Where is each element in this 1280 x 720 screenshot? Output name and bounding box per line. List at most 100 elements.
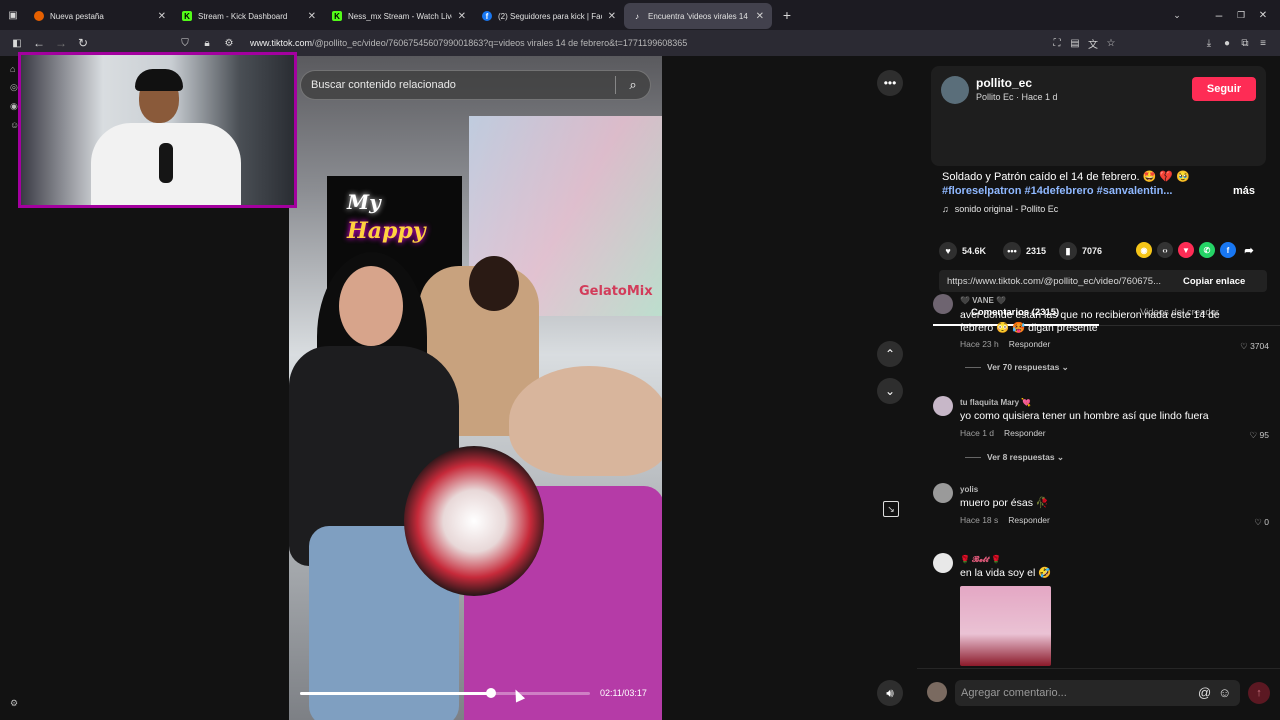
sidebar-icon[interactable]: ◧ — [6, 38, 28, 49]
embed-icon[interactable]: ‹› — [1157, 242, 1173, 258]
send-icon[interactable]: ▼ — [1178, 242, 1194, 258]
cowboy-hat — [509, 366, 662, 476]
commenter-avatar[interactable] — [933, 396, 953, 416]
download-icon[interactable]: ⤓ — [1200, 38, 1218, 49]
view-replies-button[interactable]: Ver 70 respuestas ⌄ — [965, 362, 1069, 373]
related-search[interactable]: Buscar contenido relacionado ⌕ — [300, 70, 651, 100]
firefox-icon — [34, 11, 44, 21]
commenter-avatar[interactable] — [933, 483, 953, 503]
new-tab-icon[interactable]: + — [776, 7, 798, 23]
close-icon[interactable]: ✕ — [608, 11, 616, 22]
tab-tiktok[interactable]: ♪ Encuentra 'videos virales 14 ✕ — [624, 3, 772, 29]
bookmark-star-icon[interactable]: ☆ — [1102, 38, 1120, 49]
emoji-icon[interactable]: ☺ — [1218, 685, 1231, 700]
reader-icon[interactable]: ▤ — [1066, 38, 1084, 49]
search-icon[interactable]: ⌕ — [616, 77, 650, 93]
share-arrow-icon[interactable]: ➦ — [1241, 242, 1257, 258]
reply-button[interactable]: Responder — [1004, 428, 1046, 438]
commenter-name[interactable]: yolis — [960, 485, 978, 494]
extensions-icon[interactable]: ⧉ — [1236, 38, 1254, 49]
tab-title: Ness_mx Stream - Watch Live o — [348, 11, 452, 21]
reload-icon[interactable]: ↻ — [72, 36, 94, 50]
current-user-avatar — [927, 682, 947, 702]
save-stat[interactable]: ▮ 7076 — [1059, 242, 1102, 260]
commenter-name[interactable]: tu flaquita Mary 💘 — [960, 398, 1031, 407]
comment-like[interactable]: ♡ 0 — [1254, 517, 1269, 528]
close-icon[interactable]: ✕ — [308, 11, 316, 22]
post-sound[interactable]: ♫ sonido original - Pollito Ec — [942, 204, 1058, 214]
previous-video-icon[interactable]: ⌃ — [877, 341, 903, 367]
facebook-share-icon[interactable]: f — [1220, 242, 1236, 258]
picture-in-picture-icon[interactable]: ↘ — [883, 501, 899, 517]
more-options-icon[interactable]: ••• — [877, 70, 903, 96]
comment-like[interactable]: ♡ 95 — [1250, 430, 1269, 441]
commenter-name[interactable]: 🌹 𝓑𝓮𝓽𝓽 🌹 — [960, 555, 1001, 565]
video-link[interactable]: https://www.tiktok.com/@pollito_ec/video… — [947, 276, 1169, 287]
like-stat[interactable]: ♥ 54.6K — [939, 242, 986, 260]
forward-icon[interactable]: → — [50, 36, 72, 50]
minimize-icon[interactable]: – — [1208, 8, 1230, 22]
tab-kick-stream[interactable]: K Ness_mx Stream - Watch Live o ✕ — [324, 3, 474, 29]
view-replies-button[interactable]: Ver 8 respuestas ⌄ — [965, 452, 1064, 463]
search-input[interactable]: Buscar contenido relacionado — [311, 79, 615, 91]
next-video-icon[interactable]: ⌄ — [877, 378, 903, 404]
tab-overflow-icon[interactable]: ⌄ — [1166, 10, 1188, 21]
copy-link-button[interactable]: Copiar enlace — [1183, 276, 1245, 287]
coin-share-icon[interactable]: ◉ — [1136, 242, 1152, 258]
tiktok-icon: ♪ — [635, 11, 639, 21]
close-icon[interactable]: ✕ — [158, 11, 166, 22]
send-comment-button[interactable]: ↑ — [1248, 682, 1270, 704]
comment-like[interactable]: ♡ 3704 — [1240, 341, 1269, 352]
volume-icon[interactable]: 🔊︎ — [877, 680, 903, 706]
comment-text: muero por ésas 🥀 — [960, 497, 1049, 509]
comment-time: Hace 1 d — [960, 428, 995, 438]
commenter-avatar[interactable] — [933, 294, 953, 314]
close-icon[interactable]: ✕ — [756, 11, 764, 22]
url-domain: www.tiktok.com — [250, 38, 313, 48]
menu-icon[interactable]: ≡ — [1254, 38, 1272, 49]
tab-kick-dashboard[interactable]: K Stream - Kick Dashboard ✕ — [174, 3, 324, 29]
author-avatar[interactable] — [941, 76, 969, 104]
comments-count: 2315 — [1026, 246, 1047, 256]
comment-item: yolis muero por ésas 🥀 Hace 18 s Responde… — [933, 483, 1269, 533]
reply-button[interactable]: Responder — [1008, 515, 1050, 525]
permissions-icon[interactable]: ⚙ — [218, 38, 240, 49]
restore-icon[interactable]: ❐ — [1230, 10, 1252, 21]
screenshot-icon[interactable]: ⛶ — [1048, 38, 1066, 49]
tab-new[interactable]: Nueva pestaña ✕ — [26, 3, 174, 29]
browser-tab-bar: ▣ Nueva pestaña ✕ K Stream - Kick Dashbo… — [0, 0, 1280, 30]
translate-icon[interactable]: 文 — [1084, 36, 1102, 51]
settings-icon[interactable]: ⚙ — [10, 698, 18, 709]
comment-stat[interactable]: ••• 2315 — [1003, 242, 1046, 260]
video-player[interactable]: My Happy GelatoMix — [289, 56, 662, 720]
follow-button[interactable]: Seguir — [1192, 77, 1256, 101]
comment-input[interactable]: Agregar comentario... @ ☺ — [955, 680, 1240, 706]
mention-icon[interactable]: @ — [1198, 685, 1211, 700]
post-hashtags[interactable]: #floreselpatron #14defebrero #sanvalenti… — [942, 185, 1172, 197]
url-field[interactable]: www.tiktok.com/@pollito_ec/video/7606754… — [250, 38, 687, 48]
commenter-name[interactable]: 🖤 VANE 🖤 — [960, 296, 1006, 305]
close-icon[interactable]: ✕ — [458, 11, 466, 22]
comment-image[interactable] — [960, 586, 1051, 666]
account-icon[interactable]: ● — [1218, 38, 1236, 49]
tab-list-icon[interactable]: ▣ — [0, 10, 26, 21]
comment-text: en la vida soy el 🤣 — [960, 567, 1052, 579]
girl-face — [339, 266, 403, 346]
comment-like-count: 95 — [1259, 430, 1269, 440]
link-row: https://www.tiktok.com/@pollito_ec/video… — [939, 270, 1267, 292]
url-path: /@pollito_ec/video/7606754560799001863?q… — [312, 38, 688, 48]
reply-button[interactable]: Responder — [1009, 339, 1051, 349]
window-close-icon[interactable]: ✕ — [1252, 10, 1274, 21]
saves-count: 7076 — [1082, 246, 1103, 256]
whatsapp-icon[interactable]: ✆ — [1199, 242, 1215, 258]
comment-meta: Hace 23 h Responder — [960, 339, 1050, 349]
shield-icon[interactable]: ⛉ — [174, 38, 196, 49]
author-username[interactable]: pollito_ec — [976, 76, 1032, 90]
lock-icon[interactable]: 🔒︎ — [196, 38, 218, 49]
tab-title: Stream - Kick Dashboard — [198, 11, 288, 21]
video-progress-bar[interactable] — [300, 688, 590, 698]
back-icon[interactable]: ← — [28, 36, 50, 50]
more-button[interactable]: más — [1233, 185, 1255, 197]
commenter-avatar[interactable] — [933, 553, 953, 573]
tab-facebook[interactable]: f (2) Seguidores para kick | Faceb ✕ — [474, 3, 624, 29]
